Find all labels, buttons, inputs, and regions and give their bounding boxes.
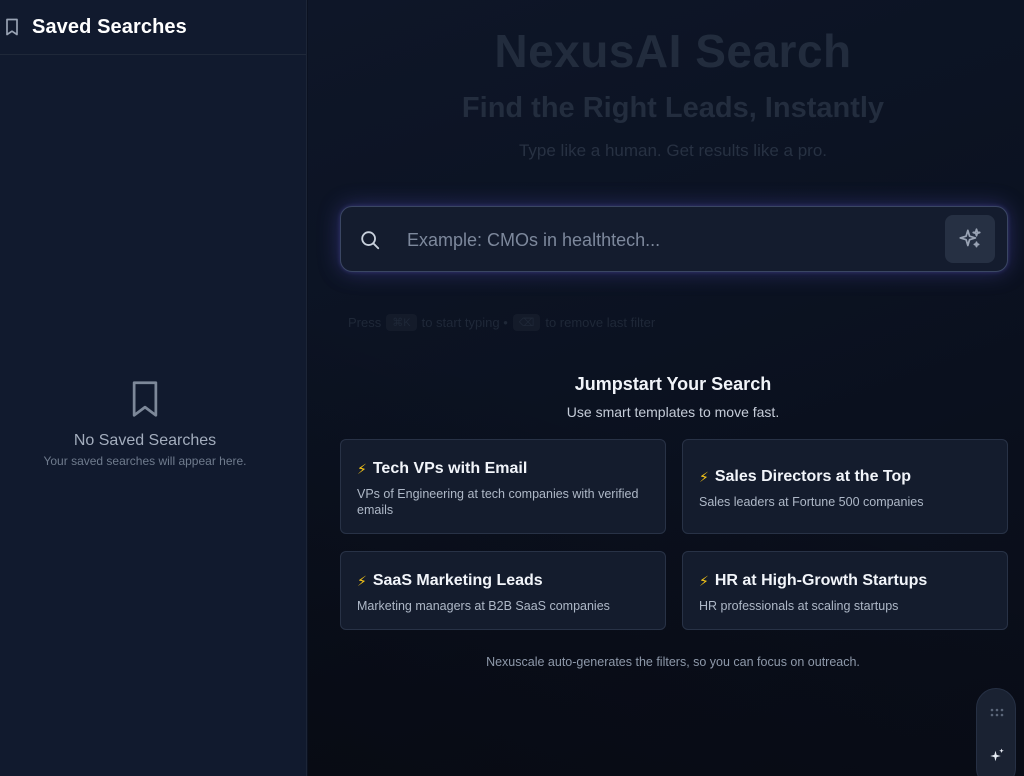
sparkle-icon[interactable] xyxy=(988,747,1006,765)
templates-title: Jumpstart Your Search xyxy=(574,374,772,394)
empty-state-title: No Saved Searches xyxy=(73,432,217,449)
hero-tagline: Type like a human. Get results like a pr… xyxy=(518,141,828,160)
footer-note: Nexuscale auto-generates the filters, so… xyxy=(486,655,860,669)
bolt-icon: ⚡ xyxy=(357,460,367,477)
hint-key-focus: ⌘K xyxy=(386,314,417,331)
card-title: ⚡ SaaS Marketing Leads xyxy=(357,572,649,590)
template-card-tech-vps[interactable]: ⚡ Tech VPs with Email VPs of Engineering… xyxy=(340,439,666,534)
hint-text-end: to remove last filter xyxy=(545,315,656,330)
card-title: ⚡ Sales Directors at the Top xyxy=(699,468,991,486)
bolt-icon: ⚡ xyxy=(699,468,709,485)
template-card-sales-directors[interactable]: ⚡ Sales Directors at the Top Sales leade… xyxy=(682,439,1008,534)
template-card-saas-marketing[interactable]: ⚡ SaaS Marketing Leads Marketing manager… xyxy=(340,551,666,630)
card-title-text: Tech VPs with Email xyxy=(372,460,528,477)
hint-text-press: Press xyxy=(348,315,382,330)
floating-assistant-dock[interactable] xyxy=(976,688,1016,776)
card-title-text: SaaS Marketing Leads xyxy=(372,572,543,589)
bolt-icon: ⚡ xyxy=(699,572,709,589)
card-title: ⚡ Tech VPs with Email xyxy=(357,460,649,478)
grid-dots-icon[interactable] xyxy=(989,707,1005,719)
app-root: Saved Searches No Saved Searches Your sa… xyxy=(0,0,1024,776)
sidebar-title: Saved Searches xyxy=(32,15,187,38)
search-input[interactable] xyxy=(405,221,925,259)
keyboard-hint: Press ⌘K to start typing • ⌫ to remove l… xyxy=(348,314,655,331)
bolt-icon: ⚡ xyxy=(357,572,367,589)
card-title-text: HR at High-Growth Startups xyxy=(714,572,928,589)
hint-text-mid: to start typing • xyxy=(421,315,508,330)
card-title: ⚡ HR at High-Growth Startups xyxy=(699,572,991,590)
search-box[interactable] xyxy=(340,206,1008,272)
empty-state: No Saved Searches Your saved searches wi… xyxy=(0,380,290,468)
empty-state-subtitle: Your saved searches will appear here. xyxy=(43,454,247,468)
card-description: Sales leaders at Fortune 500 companies xyxy=(699,495,924,509)
card-description: HR professionals at scaling startups xyxy=(699,599,899,613)
card-description: VPs of Engineering at tech companies wit… xyxy=(357,487,639,517)
template-card-hr-startups[interactable]: ⚡ HR at High-Growth Startups HR professi… xyxy=(682,551,1008,630)
hint-key-backspace: ⌫ xyxy=(512,314,541,331)
saved-searches-sidebar: Saved Searches No Saved Searches Your sa… xyxy=(0,0,307,776)
card-title-text: Sales Directors at the Top xyxy=(714,468,912,485)
bookmark-icon xyxy=(132,381,158,417)
hero-subtitle: Find the Right Leads, Instantly xyxy=(461,92,885,124)
hero-title: NexusAI Search xyxy=(494,25,852,77)
ai-sparkle-button[interactable] xyxy=(945,215,995,263)
templates-subtitle: Use smart templates to move fast. xyxy=(566,404,780,420)
sidebar-header: Saved Searches xyxy=(0,0,306,55)
card-description: Marketing managers at B2B SaaS companies xyxy=(357,599,610,613)
sparkle-icon xyxy=(959,228,981,248)
main-content: NexusAI Search Find the Right Leads, Ins… xyxy=(308,0,1024,776)
search-icon xyxy=(361,231,380,250)
bookmark-icon xyxy=(6,18,18,36)
